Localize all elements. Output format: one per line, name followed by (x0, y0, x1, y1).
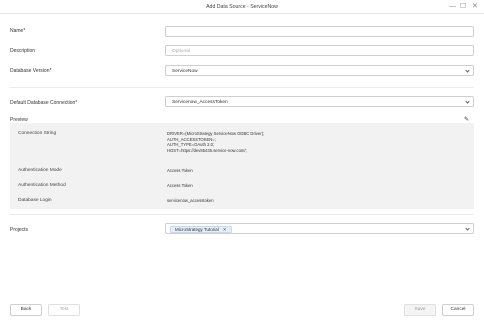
preview-row-label: Authentication Method (18, 183, 66, 188)
remove-tag-icon[interactable]: ✕ (223, 227, 227, 232)
cancel-button[interactable]: Cancel (442, 304, 474, 316)
project-tag-label: MicroStrategy Tutorial (175, 227, 219, 232)
description-input[interactable]: Optional (165, 45, 474, 56)
save-button[interactable]: Save (404, 304, 436, 316)
authentication-mode-value: Access Token (167, 168, 193, 173)
name-input[interactable] (165, 26, 474, 37)
minimize-icon[interactable]: — (449, 3, 456, 10)
window-title: Add Data Source - ServiceNow (206, 4, 278, 10)
test-button[interactable]: Test (48, 304, 80, 316)
title-bar: Add Data Source - ServiceNow — ☐ ✕ (0, 0, 484, 14)
preview-row-label: Database Login (18, 198, 52, 203)
chevron-down-icon (465, 226, 470, 231)
name-label: Name* (10, 28, 26, 34)
preview-panel: Connection String DRIVER={MicroStrategy … (10, 123, 474, 209)
database-version-value: ServiceNow (172, 68, 198, 74)
preview-row-label: Connection String (18, 131, 57, 136)
chevron-down-icon (465, 99, 470, 104)
divider (10, 214, 474, 215)
project-tag[interactable]: MicroStrategy Tutorial ✕ (170, 226, 232, 233)
default-connection-select[interactable]: Servicenow_AccessToken (165, 96, 474, 107)
preview-row-label: Authentication Mode (18, 168, 62, 173)
edit-pencil-icon[interactable]: ✎ (464, 116, 469, 123)
default-connection-label: Default Database Connection* (10, 100, 78, 106)
projects-select[interactable]: MicroStrategy Tutorial ✕ (165, 223, 474, 234)
default-connection-value: Servicenow_AccessToken (172, 99, 228, 105)
divider (10, 87, 474, 88)
close-icon[interactable]: ✕ (472, 3, 478, 10)
back-button[interactable]: Back (10, 304, 42, 316)
database-login-value: servicenow_accesstoken (167, 198, 214, 203)
authentication-method-value: Access Token (167, 183, 193, 188)
description-label: Description (10, 48, 36, 54)
projects-label: Projects (10, 227, 29, 233)
database-version-select[interactable]: ServiceNow (165, 65, 474, 76)
database-version-label: Database Version* (10, 68, 52, 74)
connection-string-value: DRIVER={MicroStrategy ServiceNow ODBC Dr… (167, 131, 265, 153)
description-placeholder: Optional (172, 48, 190, 54)
chevron-down-icon (465, 68, 470, 73)
maximize-icon[interactable]: ☐ (460, 3, 466, 10)
